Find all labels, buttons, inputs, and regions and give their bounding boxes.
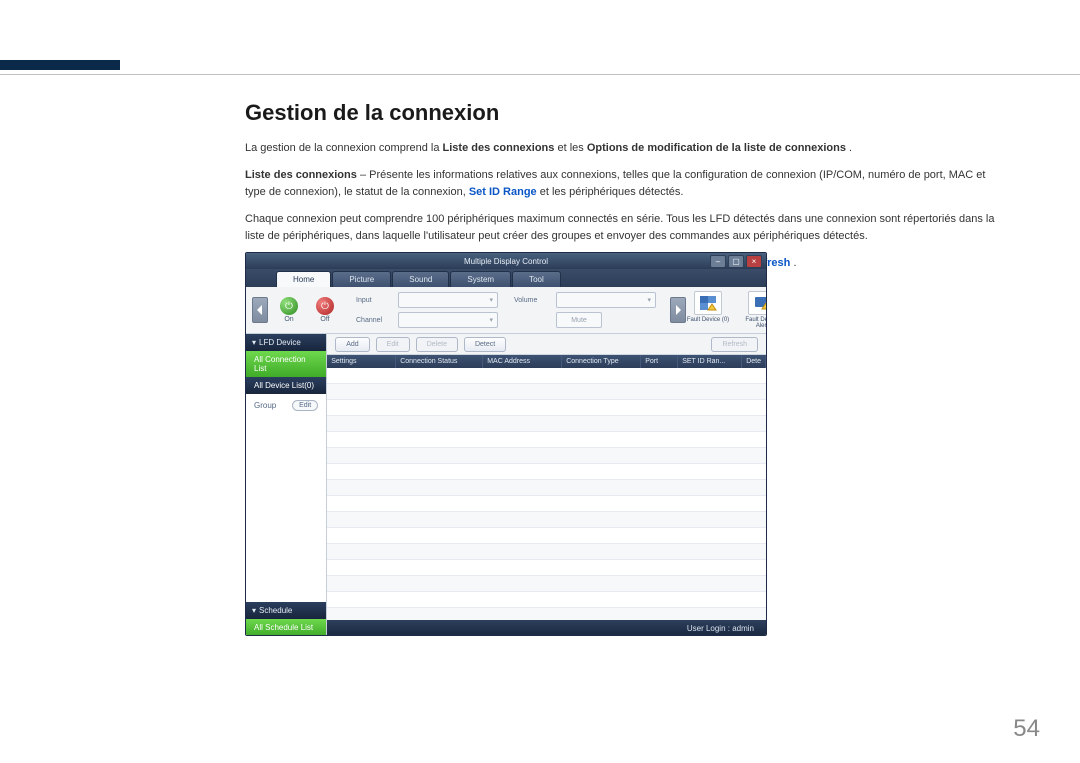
toolbar: ⏻On ⏻Off Input ▾ Channel ▾	[246, 287, 766, 334]
main-pane: Add Edit Delete Detect Refresh Settings …	[327, 334, 766, 636]
tab-sound[interactable]: Sound	[392, 271, 449, 287]
input-label: Input	[356, 297, 394, 304]
nav-left-icon[interactable]	[252, 297, 268, 323]
detect-button[interactable]: Detect	[464, 337, 506, 352]
grid-header: Settings Connection Status MAC Address C…	[327, 355, 766, 368]
col-settings[interactable]: Settings	[327, 355, 396, 368]
add-button[interactable]: Add	[335, 337, 369, 352]
table-row	[327, 528, 766, 544]
text: .	[793, 257, 796, 269]
status-bar: User Login : admin	[327, 620, 766, 636]
volume-label: Volume	[514, 297, 552, 304]
sb-schedule-header[interactable]: ▾Schedule	[246, 602, 326, 619]
sb-lfd-header[interactable]: ▾LFD Device	[246, 334, 326, 351]
on-label: On	[284, 316, 293, 323]
text: La gestion de la connexion comprend la	[245, 142, 443, 154]
power-on-button[interactable]: ⏻On	[274, 297, 304, 323]
fault-alert-button[interactable]: Fault Device Alert	[740, 291, 767, 329]
tb-icon-label: Fault Device (0)	[687, 317, 729, 323]
sb-group[interactable]: Group Edit	[246, 394, 326, 417]
close-button[interactable]: ×	[746, 255, 762, 268]
fault-icon	[694, 291, 722, 315]
table-row	[327, 400, 766, 416]
edit-button[interactable]: Edit	[376, 337, 410, 352]
table-row	[327, 368, 766, 384]
volume-select[interactable]: ▾	[556, 292, 656, 308]
col-port[interactable]: Port	[641, 355, 678, 368]
channel-select[interactable]: ▾	[398, 312, 498, 328]
refresh-button[interactable]: Refresh	[711, 337, 758, 352]
table-row	[327, 512, 766, 528]
table-row	[327, 384, 766, 400]
col-conn-status[interactable]: Connection Status	[396, 355, 483, 368]
text-bold: Liste des connexions	[443, 142, 555, 154]
minimize-button[interactable]: –	[710, 255, 726, 268]
chevron-down-icon: ▾	[252, 606, 256, 615]
sb-all-device[interactable]: All Device List(0)	[246, 377, 326, 394]
chevron-down-icon: ▾	[252, 338, 256, 347]
table-row	[327, 480, 766, 496]
page-number: 54	[1013, 715, 1040, 743]
sidebar: ▾LFD Device All Connection List All Devi…	[246, 334, 327, 636]
accent-bar	[0, 60, 120, 70]
maximize-button[interactable]: ▢	[728, 255, 744, 268]
action-row: Add Edit Delete Detect Refresh	[327, 334, 766, 355]
off-label: Off	[320, 316, 329, 323]
table-row	[327, 560, 766, 576]
titlebar: Multiple Display Control – ▢ ×	[246, 253, 766, 269]
col-conn-type[interactable]: Connection Type	[562, 355, 641, 368]
alert-icon	[748, 291, 767, 315]
table-row	[327, 496, 766, 512]
mute-button[interactable]: Mute	[556, 312, 602, 328]
table-row	[327, 416, 766, 432]
tab-tool[interactable]: Tool	[512, 271, 561, 287]
sb-header-label: LFD Device	[259, 338, 301, 347]
sb-all-connection[interactable]: All Connection List	[246, 351, 326, 377]
text-bold: Options de modification de la liste de c…	[587, 142, 846, 154]
tab-system[interactable]: System	[450, 271, 511, 287]
fault-device-button[interactable]: Fault Device (0)	[686, 291, 730, 329]
grid-body	[327, 368, 766, 620]
sb-schedule-label: Schedule	[259, 606, 292, 615]
sb-group-label: Group	[254, 401, 276, 410]
paragraph-1: La gestion de la connexion comprend la L…	[245, 140, 1000, 157]
table-row	[327, 464, 766, 480]
text-bold: Liste des connexions	[245, 169, 357, 181]
page-title: Gestion de la connexion	[245, 100, 1000, 126]
tab-home[interactable]: Home	[276, 271, 331, 287]
link-set-id-range: Set ID Range	[469, 186, 537, 198]
sb-all-schedule[interactable]: All Schedule List	[246, 619, 326, 636]
app-window: Multiple Display Control – ▢ × Home Pict…	[245, 252, 767, 636]
text: .	[849, 142, 852, 154]
status-text: User Login : admin	[687, 624, 754, 633]
col-mac[interactable]: MAC Address	[483, 355, 562, 368]
col-setid[interactable]: SET ID Ran...	[678, 355, 742, 368]
table-row	[327, 432, 766, 448]
table-row	[327, 608, 766, 620]
power-off-button[interactable]: ⏻Off	[310, 297, 340, 323]
input-select[interactable]: ▾	[398, 292, 498, 308]
paragraph-3: Chaque connexion peut comprendre 100 pér…	[245, 211, 1000, 245]
table-row	[327, 544, 766, 560]
tb-icon-label: Fault Device Alert	[740, 317, 767, 329]
sb-spacer	[246, 417, 326, 602]
tab-bar: Home Picture Sound System Tool	[246, 269, 766, 287]
nav-right-icon[interactable]	[670, 297, 686, 323]
paragraph-2: Liste des connexions – Présente les info…	[245, 167, 1000, 201]
delete-button[interactable]: Delete	[416, 337, 458, 352]
col-detect[interactable]: Dete	[742, 355, 766, 368]
table-row	[327, 592, 766, 608]
table-row	[327, 448, 766, 464]
table-row	[327, 576, 766, 592]
text: et les périphériques détectés.	[540, 186, 684, 198]
tab-picture[interactable]: Picture	[332, 271, 391, 287]
channel-label: Channel	[356, 317, 394, 324]
divider	[0, 74, 1080, 75]
app-title: Multiple Display Control	[464, 257, 548, 266]
text: et les	[557, 142, 586, 154]
sb-group-edit-button[interactable]: Edit	[292, 400, 318, 411]
